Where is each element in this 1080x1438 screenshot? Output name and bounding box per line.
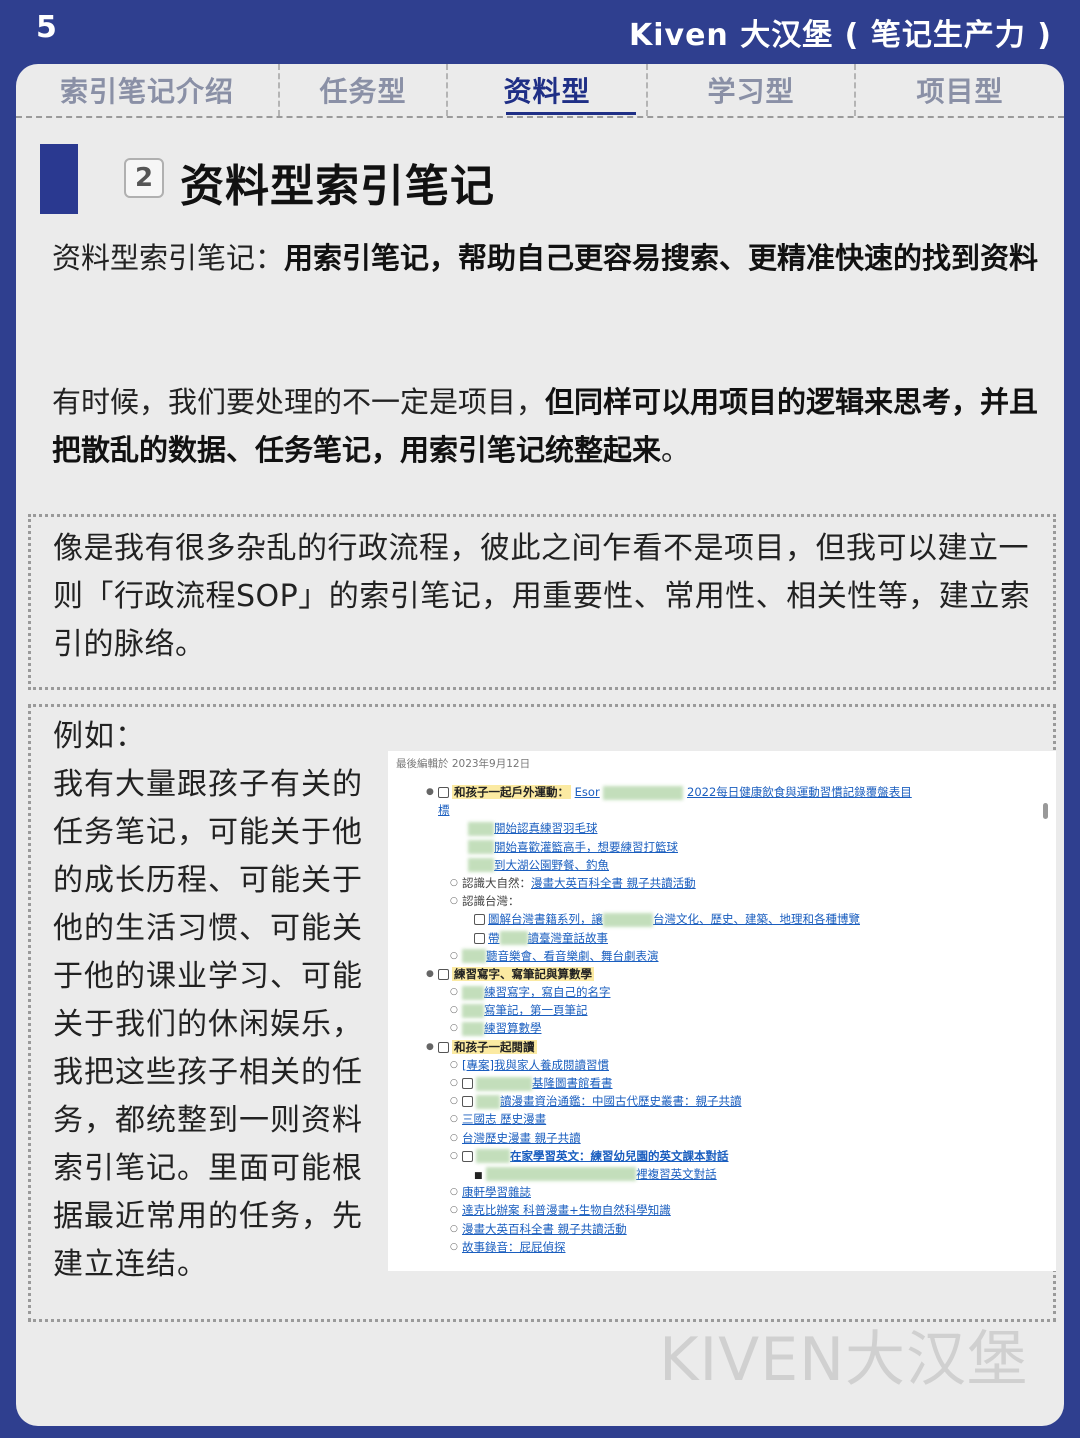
bullet-icon: ● [426,968,434,979]
list-item[interactable]: 帶讀臺灣童話故事 [438,929,1038,947]
active-tab-underline [506,112,636,115]
bullet-icon: ● [426,1041,434,1052]
scrollbar-thumb [1043,803,1048,819]
intro-paragraph: 资料型索引笔记：用索引笔记，帮助自己更容易搜索、更精准快速的找到资料 [52,234,1042,282]
section-title: 资料型索引笔记 [180,161,495,212]
list-item: ○ 認識台灣： [450,894,520,909]
list-item[interactable]: ○ 三國志 歷史漫畫 [438,1110,1038,1128]
list-item[interactable]: ○ 故事錄音：屁屁偵探 [438,1238,1038,1256]
example-box-admin: 像是我有很多杂乱的行政流程，彼此之间乍看不是项目，但我可以建立一则「行政流程SO… [28,514,1056,690]
list-item[interactable]: ○ 練習算數學 [438,1019,1038,1037]
list-item[interactable]: 標 [438,801,1038,819]
section-heading: 2 资料型索引笔记 [38,144,1038,216]
example-box-child: 例如： 我有大量跟孩子有关的任务笔记，可能关于他的成长历程、可能关于他的生活习惯… [28,704,1056,1322]
list-item[interactable]: ○ 讀漫畫資治通鑑：中國古代歷史叢書：親子共讀 [438,1092,1038,1110]
list-item[interactable]: ○ 在家學習英文：練習幼兒園的英文課本對話 [438,1147,1038,1165]
list-item[interactable]: ● 練習寫字、寫筆記與算數學 [426,965,1038,983]
list-item[interactable]: ○ 台灣歷史漫畫 親子共讀 [438,1129,1038,1147]
example-body: 我有大量跟孩子有关的任务笔记，可能关于他的成长历程、可能关于他的生活习惯、可能关… [53,767,363,1282]
tab-task[interactable]: 任务型 [280,64,448,116]
admin-example-text: 像是我有很多杂乱的行政流程，彼此之间乍看不是项目，但我可以建立一则「行政流程SO… [53,531,1031,662]
tab-learning[interactable]: 学习型 [648,64,856,116]
list-item[interactable]: ○ 基隆圖書館看書 [438,1074,1038,1092]
tab-project[interactable]: 项目型 [856,64,1064,116]
checkbox-icon[interactable] [474,914,485,926]
list-item[interactable]: ○ 練習寫字，寫自己的名字 [438,983,1038,1001]
list-item[interactable]: 開始認真練習羽毛球 [438,819,1038,837]
brand-title: Kiven 大汉堡 ( 笔记生产力 ) [629,18,1052,53]
para2-tail: 。 [661,433,691,467]
page-number: 5 [36,10,57,45]
page-header: 5 Kiven 大汉堡 ( 笔记生产力 ) [0,0,1080,62]
list-item[interactable]: 開始喜歡灌籃高手，想要練習打籃球 [438,838,1038,856]
list-item[interactable]: ■ 裡複習英文對話 [438,1165,1038,1183]
list-item[interactable]: ● 和孩子一起戶外運動： Esor 2022每日健康飲食與運動習慣記錄覆盤表目 [426,783,1038,801]
intro-lead: 资料型索引笔记： [52,241,285,275]
note-tree: ● 和孩子一起戶外運動： Esor 2022每日健康飲食與運動習慣記錄覆盤表目 … [426,779,1038,1256]
list-item[interactable]: ○ [專案]我與家人養成閱讀習慣 [438,1056,1038,1074]
checkbox-icon[interactable] [462,1150,473,1162]
list-item[interactable]: ○ 聽音樂會、看音樂劇、舞台劇表演 [438,947,1038,965]
para2-lead: 有时候，我们要处理的不一定是项目， [52,385,546,419]
list-item[interactable]: ○ 漫畫大英百科全書 親子共讀活動 [438,1220,1038,1238]
tab-index-intro[interactable]: 索引笔记介绍 [16,64,280,116]
checkbox-icon[interactable] [438,1041,449,1053]
watermark: KIVEN大汉堡 [659,1325,1028,1395]
list-item[interactable]: ○ 認識大自然：漫畫大英百科全書 親子共讀活動 [438,874,1038,892]
list-item[interactable]: 圖解台灣書籍系列，讓 台灣文化、歷史、建築、地理和各種博覽 [438,910,1038,928]
last-edited-meta: 最後編輯於 2023年9月12日 [396,758,531,770]
list-item[interactable]: ● 和孩子一起閱讀 [426,1038,1038,1056]
note-screenshot: 最後編輯於 2023年9月12日 ● 和孩子一起戶外運動： Esor 2022每… [388,751,1056,1271]
intro-bold: 用索引笔记，帮助自己更容易搜索、更精准快速的找到资料 [284,241,1039,275]
heading-accent-bar [40,144,78,214]
checkbox-icon[interactable] [462,1096,473,1108]
list-item[interactable]: ○ 達克比辦案 科普漫畫+生物自然科學知識 [438,1201,1038,1219]
checkbox-icon[interactable] [438,968,449,980]
list-item[interactable]: ○ 寫筆記，第一頁筆記 [438,1001,1038,1019]
checkbox-icon[interactable] [462,1078,473,1089]
bullet-icon: ● [426,787,434,797]
second-paragraph: 有时候，我们要处理的不一定是项目，但同样可以用项目的逻辑来思考，并且把散乱的数据… [52,378,1042,474]
tab-bar: 索引笔记介绍 任务型 资料型 学习型 项目型 [16,64,1064,118]
list-item[interactable]: 到大湖公園野餐、釣魚 [438,856,1038,874]
section-number-badge: 2 [124,158,164,198]
checkbox-icon[interactable] [438,787,449,798]
list-item[interactable]: ○ 康軒學習雜誌 [438,1183,1038,1201]
content-card: 索引笔记介绍 任务型 资料型 学习型 项目型 2 资料型索引笔记 资料型索引笔记… [16,64,1064,1426]
example-label: 例如： [53,719,146,754]
tab-resource[interactable]: 资料型 [448,64,648,116]
checkbox-icon[interactable] [474,932,485,944]
child-example-text: 例如： 我有大量跟孩子有关的任务笔记，可能关于他的成长历程、可能关于他的生活习惯… [53,713,381,1289]
